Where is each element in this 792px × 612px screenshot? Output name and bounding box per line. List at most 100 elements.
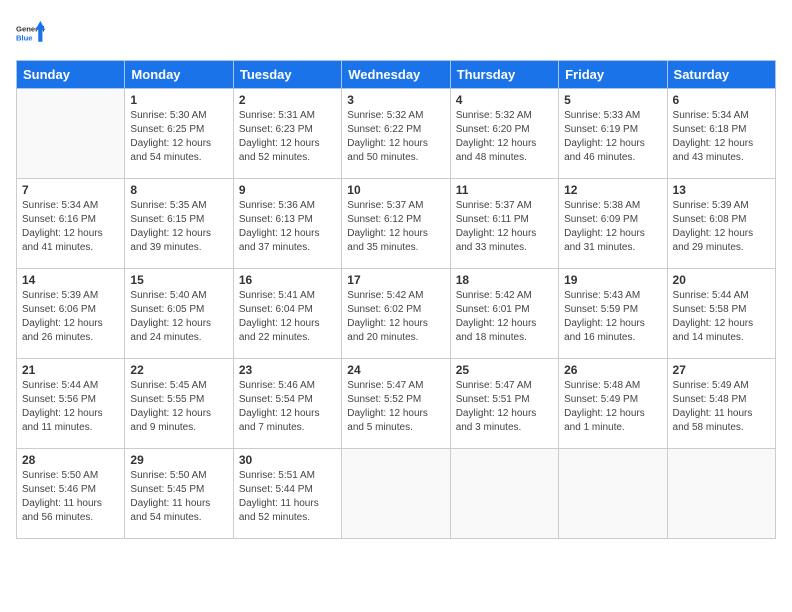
day-number: 23 <box>239 363 336 377</box>
day-number: 18 <box>456 273 553 287</box>
calendar-cell: 5 Sunrise: 5:33 AM Sunset: 6:19 PM Daylig… <box>559 89 667 179</box>
calendar-week-2: 7Sunrise: 5:34 AM Sunset: 6:16 PM Daylig… <box>17 179 776 269</box>
cell-info: Sunrise: 5:34 AM Sunset: 6:18 PM Dayligh… <box>673 109 770 165</box>
cell-info: Sunrise: 5:43 AM Sunset: 5:59 PM Dayligh… <box>564 289 661 345</box>
cell-info: Sunrise: 5:50 AM Sunset: 5:46 PM Dayligh… <box>22 469 119 525</box>
cell-info: Sunrise: 5:35 AM Sunset: 6:15 PM Dayligh… <box>130 199 227 255</box>
calendar-cell: 13 Sunrise: 5:39 AM Sunset: 6:08 PM Dayli… <box>667 179 775 269</box>
calendar-cell: 24Sunrise: 5:47 AM Sunset: 5:52 PM Dayli… <box>342 359 450 449</box>
cell-info: Sunrise: 5:38 AM Sunset: 6:09 PM Dayligh… <box>564 199 661 255</box>
calendar-cell: 2Sunrise: 5:31 AM Sunset: 6:23 PM Daylig… <box>233 89 341 179</box>
day-number: 25 <box>456 363 553 377</box>
calendar-week-3: 14 Sunrise: 5:39 AM Sunset: 6:06 PM Dayli… <box>17 269 776 359</box>
calendar-cell: 22Sunrise: 5:45 AM Sunset: 5:55 PM Dayli… <box>125 359 233 449</box>
header-day-thursday: Thursday <box>450 61 558 89</box>
calendar-cell: 23 Sunrise: 5:46 AM Sunset: 5:54 PM Dayli… <box>233 359 341 449</box>
header-day-friday: Friday <box>559 61 667 89</box>
calendar-cell: 26Sunrise: 5:48 AM Sunset: 5:49 PM Dayli… <box>559 359 667 449</box>
calendar-cell: 1 Sunrise: 5:30 AM Sunset: 6:25 PM Daylig… <box>125 89 233 179</box>
calendar-cell: 9 Sunrise: 5:36 AM Sunset: 6:13 PM Daylig… <box>233 179 341 269</box>
calendar-header-row: SundayMondayTuesdayWednesdayThursdayFrid… <box>17 61 776 89</box>
calendar-cell: 4Sunrise: 5:32 AM Sunset: 6:20 PM Daylig… <box>450 89 558 179</box>
calendar-cell: 30 Sunrise: 5:51 AM Sunset: 5:44 PM Dayli… <box>233 449 341 539</box>
calendar-cell: 12 Sunrise: 5:38 AM Sunset: 6:09 PM Dayli… <box>559 179 667 269</box>
calendar-cell: 19 Sunrise: 5:43 AM Sunset: 5:59 PM Dayli… <box>559 269 667 359</box>
calendar-week-1: 1 Sunrise: 5:30 AM Sunset: 6:25 PM Daylig… <box>17 89 776 179</box>
calendar-cell <box>17 89 125 179</box>
calendar-cell: 10Sunrise: 5:37 AM Sunset: 6:12 PM Dayli… <box>342 179 450 269</box>
calendar-cell: 11Sunrise: 5:37 AM Sunset: 6:11 PM Dayli… <box>450 179 558 269</box>
day-number: 29 <box>130 453 227 467</box>
cell-info: Sunrise: 5:51 AM Sunset: 5:44 PM Dayligh… <box>239 469 336 525</box>
cell-info: Sunrise: 5:49 AM Sunset: 5:48 PM Dayligh… <box>673 379 770 435</box>
day-number: 15 <box>130 273 227 287</box>
calendar-cell: 6 Sunrise: 5:34 AM Sunset: 6:18 PM Daylig… <box>667 89 775 179</box>
logo-icon: General Blue <box>16 16 48 48</box>
calendar-cell: 27 Sunrise: 5:49 AM Sunset: 5:48 PM Dayli… <box>667 359 775 449</box>
cell-info: Sunrise: 5:42 AM Sunset: 6:01 PM Dayligh… <box>456 289 553 345</box>
day-number: 11 <box>456 183 553 197</box>
day-number: 3 <box>347 93 444 107</box>
cell-info: Sunrise: 5:50 AM Sunset: 5:45 PM Dayligh… <box>130 469 227 525</box>
calendar-cell: 8 Sunrise: 5:35 AM Sunset: 6:15 PM Daylig… <box>125 179 233 269</box>
day-number: 21 <box>22 363 119 377</box>
day-number: 5 <box>564 93 661 107</box>
cell-info: Sunrise: 5:39 AM Sunset: 6:08 PM Dayligh… <box>673 199 770 255</box>
day-number: 26 <box>564 363 661 377</box>
day-number: 19 <box>564 273 661 287</box>
day-number: 10 <box>347 183 444 197</box>
calendar-table: SundayMondayTuesdayWednesdayThursdayFrid… <box>16 60 776 539</box>
cell-info: Sunrise: 5:46 AM Sunset: 5:54 PM Dayligh… <box>239 379 336 435</box>
cell-info: Sunrise: 5:47 AM Sunset: 5:51 PM Dayligh… <box>456 379 553 435</box>
header-day-tuesday: Tuesday <box>233 61 341 89</box>
calendar-cell: 28 Sunrise: 5:50 AM Sunset: 5:46 PM Dayli… <box>17 449 125 539</box>
header-day-monday: Monday <box>125 61 233 89</box>
day-number: 30 <box>239 453 336 467</box>
calendar-cell: 17 Sunrise: 5:42 AM Sunset: 6:02 PM Dayli… <box>342 269 450 359</box>
cell-info: Sunrise: 5:40 AM Sunset: 6:05 PM Dayligh… <box>130 289 227 345</box>
day-number: 4 <box>456 93 553 107</box>
day-number: 17 <box>347 273 444 287</box>
header-day-saturday: Saturday <box>667 61 775 89</box>
day-number: 8 <box>130 183 227 197</box>
day-number: 22 <box>130 363 227 377</box>
day-number: 7 <box>22 183 119 197</box>
day-number: 24 <box>347 363 444 377</box>
calendar-cell: 29 Sunrise: 5:50 AM Sunset: 5:45 PM Dayli… <box>125 449 233 539</box>
day-number: 1 <box>130 93 227 107</box>
logo: General Blue <box>16 16 48 48</box>
calendar-week-4: 21 Sunrise: 5:44 AM Sunset: 5:56 PM Dayli… <box>17 359 776 449</box>
calendar-cell: 21 Sunrise: 5:44 AM Sunset: 5:56 PM Dayli… <box>17 359 125 449</box>
calendar-cell: 7Sunrise: 5:34 AM Sunset: 6:16 PM Daylig… <box>17 179 125 269</box>
calendar-cell <box>450 449 558 539</box>
day-number: 16 <box>239 273 336 287</box>
cell-info: Sunrise: 5:44 AM Sunset: 5:56 PM Dayligh… <box>22 379 119 435</box>
calendar-cell: 20Sunrise: 5:44 AM Sunset: 5:58 PM Dayli… <box>667 269 775 359</box>
day-number: 13 <box>673 183 770 197</box>
day-number: 28 <box>22 453 119 467</box>
calendar-cell: 3 Sunrise: 5:32 AM Sunset: 6:22 PM Daylig… <box>342 89 450 179</box>
svg-text:Blue: Blue <box>16 33 33 42</box>
calendar-cell <box>559 449 667 539</box>
cell-info: Sunrise: 5:30 AM Sunset: 6:25 PM Dayligh… <box>130 109 227 165</box>
day-number: 9 <box>239 183 336 197</box>
calendar-cell <box>667 449 775 539</box>
cell-info: Sunrise: 5:32 AM Sunset: 6:22 PM Dayligh… <box>347 109 444 165</box>
calendar-cell: 16 Sunrise: 5:41 AM Sunset: 6:04 PM Dayli… <box>233 269 341 359</box>
day-number: 14 <box>22 273 119 287</box>
cell-info: Sunrise: 5:42 AM Sunset: 6:02 PM Dayligh… <box>347 289 444 345</box>
cell-info: Sunrise: 5:44 AM Sunset: 5:58 PM Dayligh… <box>673 289 770 345</box>
calendar-cell: 14 Sunrise: 5:39 AM Sunset: 6:06 PM Dayli… <box>17 269 125 359</box>
cell-info: Sunrise: 5:33 AM Sunset: 6:19 PM Dayligh… <box>564 109 661 165</box>
cell-info: Sunrise: 5:41 AM Sunset: 6:04 PM Dayligh… <box>239 289 336 345</box>
cell-info: Sunrise: 5:39 AM Sunset: 6:06 PM Dayligh… <box>22 289 119 345</box>
day-number: 6 <box>673 93 770 107</box>
day-number: 12 <box>564 183 661 197</box>
day-number: 27 <box>673 363 770 377</box>
header-day-sunday: Sunday <box>17 61 125 89</box>
page-header: General Blue <box>16 16 776 48</box>
calendar-cell: 15 Sunrise: 5:40 AM Sunset: 6:05 PM Dayli… <box>125 269 233 359</box>
calendar-cell: 18 Sunrise: 5:42 AM Sunset: 6:01 PM Dayli… <box>450 269 558 359</box>
calendar-week-5: 28 Sunrise: 5:50 AM Sunset: 5:46 PM Dayli… <box>17 449 776 539</box>
cell-info: Sunrise: 5:36 AM Sunset: 6:13 PM Dayligh… <box>239 199 336 255</box>
